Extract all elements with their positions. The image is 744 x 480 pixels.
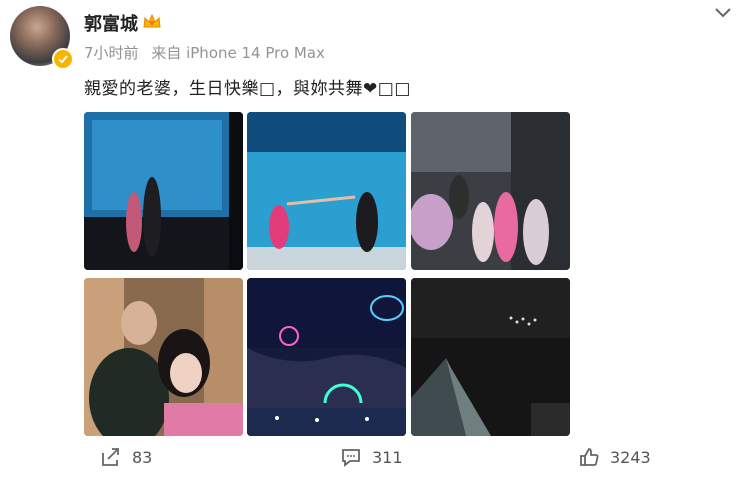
aquarium-couple-back-photo[interactable]	[84, 112, 243, 270]
night-drone-show-photo[interactable]	[247, 278, 406, 436]
share-icon	[102, 448, 119, 466]
aquarium-dance-photo[interactable]	[247, 112, 406, 270]
post-time[interactable]: 7小时前	[84, 44, 139, 62]
comment-icon	[342, 449, 360, 467]
like-count: 3243	[610, 447, 651, 467]
chevron-down-icon[interactable]	[714, 4, 732, 23]
author-name[interactable]: 郭富城	[84, 10, 138, 36]
like-icon	[580, 448, 599, 466]
verified-icon	[52, 48, 74, 70]
crown-icon[interactable]	[142, 12, 162, 34]
like-button[interactable]: 3243	[578, 446, 651, 468]
post-text: 親愛的老婆，生日快樂□，與妳共舞❤□□	[84, 79, 411, 99]
couple-selfie-photo[interactable]	[84, 278, 243, 436]
photo-grid	[84, 112, 570, 436]
post-meta: 7小时前 来自 iPhone 14 Pro Max	[84, 42, 325, 63]
birthday-bouquet-group-photo[interactable]	[411, 112, 570, 270]
share-count: 83	[132, 447, 153, 467]
comment-button[interactable]: 311	[340, 446, 403, 468]
post-source: 来自 iPhone 14 Pro Max	[151, 44, 325, 62]
night-fountain-drones-photo[interactable]	[411, 278, 570, 436]
action-bar: 83 311 3243	[0, 446, 744, 474]
comment-count: 311	[372, 447, 403, 467]
share-button[interactable]: 83	[100, 446, 152, 468]
